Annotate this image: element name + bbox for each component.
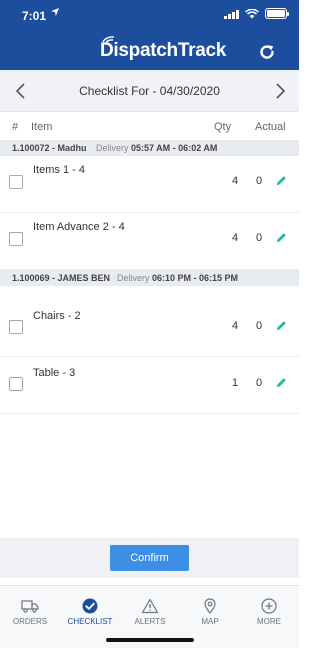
checklist-row: Table - 3 1 0 (0, 357, 299, 414)
truck-icon (21, 600, 39, 613)
column-header-qty: Qty (214, 121, 232, 133)
app-header: 7:01 DispatchTrack (0, 0, 299, 70)
column-header-item: Item (31, 121, 53, 133)
item-checkbox[interactable] (9, 232, 23, 246)
order-id: 1.100072 - Madhu (12, 143, 87, 153)
tab-label: ALERTS (134, 617, 166, 626)
order-type: Delivery (117, 273, 150, 283)
map-pin-icon (204, 598, 216, 614)
order-id: 1.100069 - JAMES BEN (12, 273, 111, 283)
column-header-actual: Actual (255, 121, 286, 133)
column-headers: # Item Qty Actual (0, 112, 299, 140)
confirm-button[interactable]: Confirm (110, 545, 189, 571)
order-group-header: 1.100072 - Madhu Delivery 05:57 AM - 06:… (0, 140, 299, 156)
pencil-icon[interactable] (276, 232, 287, 243)
tab-map[interactable]: MAP (180, 586, 240, 634)
pencil-icon[interactable] (276, 175, 287, 186)
wifi-icon (245, 8, 259, 18)
tab-label: CHECKLIST (67, 617, 113, 626)
item-checkbox[interactable] (9, 320, 23, 334)
status-bar: 7:01 (0, 0, 299, 26)
tab-alerts[interactable]: ALERTS (120, 586, 180, 634)
home-indicator (106, 638, 194, 642)
check-circle-icon (82, 598, 98, 614)
item-name: Items 1 - 4 (33, 164, 85, 176)
tab-label: ORDERS (12, 617, 48, 626)
order-time-window: 05:57 AM - 06:02 AM (131, 143, 218, 153)
item-actual: 0 (256, 175, 263, 187)
item-name: Chairs - 2 (33, 310, 81, 322)
item-actual: 0 (256, 232, 263, 244)
battery-icon (265, 8, 289, 19)
pencil-icon[interactable] (276, 377, 287, 388)
item-qty: 4 (232, 232, 239, 244)
item-name: Table - 3 (33, 367, 76, 379)
tab-label: MORE (257, 617, 281, 626)
location-arrow-icon (51, 8, 59, 18)
checklist-row: Chairs - 2 4 0 (0, 300, 299, 357)
checklist-date-title: Checklist For - 04/30/2020 (79, 84, 220, 98)
status-time: 7:01 (22, 9, 47, 23)
plus-circle-icon (261, 598, 277, 614)
checklist-row: Item Advance 2 - 4 4 0 (0, 213, 299, 270)
item-checkbox[interactable] (9, 377, 23, 391)
status-icons (224, 8, 289, 19)
cellular-signal-icon (224, 9, 239, 19)
order-type: Delivery (96, 143, 129, 153)
checklist-row: Items 1 - 4 4 0 (0, 156, 299, 213)
order-group-header: 1.100069 - JAMES BEN Delivery 06:10 PM -… (0, 270, 299, 286)
tab-label: MAP (201, 617, 219, 626)
item-name: Item Advance 2 - 4 (33, 221, 125, 233)
alert-triangle-icon (141, 598, 159, 614)
order-time-window: 06:10 PM - 06:15 PM (152, 273, 239, 283)
tab-more[interactable]: MORE (239, 586, 299, 634)
item-actual: 0 (256, 377, 263, 389)
item-checkbox[interactable] (9, 175, 23, 189)
item-qty: 4 (232, 175, 239, 187)
tab-checklist[interactable]: CHECKLIST (60, 586, 120, 634)
column-header-number: # (12, 121, 19, 133)
refresh-icon[interactable] (258, 43, 276, 61)
pencil-icon[interactable] (276, 320, 287, 331)
tab-orders[interactable]: ORDERS (0, 586, 60, 634)
dispatchtrack-logo: DispatchTrack (100, 40, 226, 61)
chevron-right-icon[interactable] (270, 80, 290, 102)
date-bar: Checklist For - 04/30/2020 (0, 70, 299, 112)
item-qty: 4 (232, 320, 239, 332)
item-actual: 0 (256, 320, 263, 332)
item-qty: 1 (232, 377, 239, 389)
